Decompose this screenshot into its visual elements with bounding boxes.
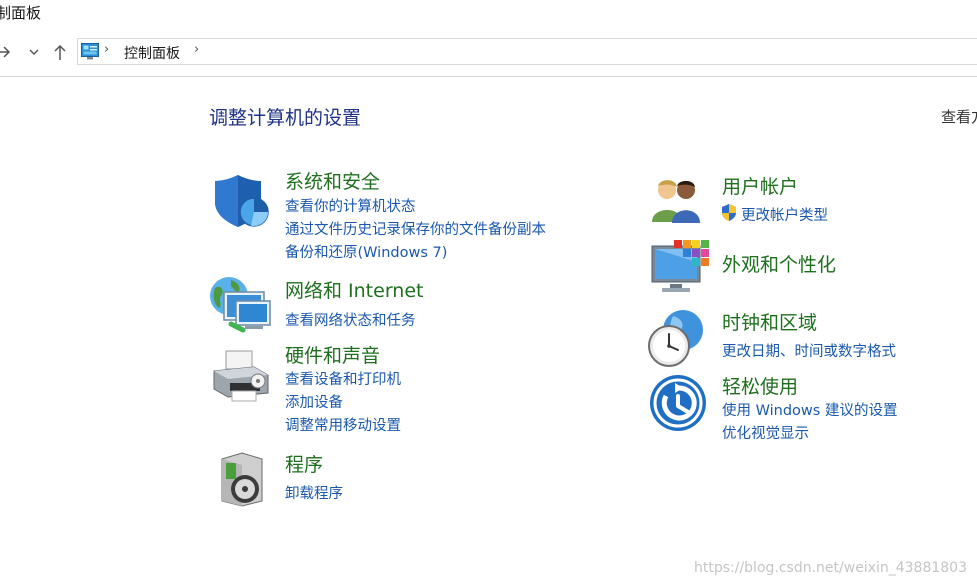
toolbar-divider [0, 76, 977, 77]
link-devices-printers[interactable]: 查看设备和打印机 [285, 368, 401, 389]
breadcrumb-control-panel[interactable]: 控制面板 [124, 43, 180, 63]
printer-icon[interactable] [210, 347, 270, 405]
breadcrumb-separator[interactable]: › [194, 42, 199, 57]
watermark: https://blog.csdn.net/weixin_43881803 [693, 560, 967, 576]
users-icon[interactable] [650, 176, 706, 224]
uac-shield-icon [722, 204, 736, 221]
forward-button[interactable] [0, 38, 12, 66]
network-globe-icon[interactable] [209, 274, 273, 334]
link-network-status-tasks[interactable]: 查看网络状态和任务 [285, 309, 416, 330]
arrow-right-icon [0, 46, 11, 58]
category-programs[interactable]: 程序 [285, 450, 323, 477]
link-uninstall-program[interactable]: 卸载程序 [285, 482, 343, 503]
link-optimize-visual-display[interactable]: 优化视觉显示 [722, 422, 809, 443]
category-system-security[interactable]: 系统和安全 [285, 167, 380, 194]
link-backup-restore[interactable]: 备份和还原(Windows 7) [285, 241, 447, 262]
category-network-internet[interactable]: 网络和 Internet [285, 276, 423, 303]
link-add-device[interactable]: 添加设备 [285, 391, 343, 412]
link-windows-suggested-settings[interactable]: 使用 Windows 建议的设置 [722, 399, 897, 420]
category-user-accounts[interactable]: 用户帐户 [722, 172, 798, 199]
view-by-label[interactable]: 查看方 [941, 106, 977, 127]
monitor-personalization-icon[interactable] [650, 238, 710, 296]
category-hardware-sound[interactable]: 硬件和声音 [285, 341, 380, 368]
category-ease-of-access[interactable]: 轻松使用 [722, 372, 798, 399]
clock-globe-icon[interactable] [647, 308, 707, 368]
arrow-up-icon [54, 44, 66, 60]
link-change-date-time-format[interactable]: 更改日期、时间或数字格式 [722, 340, 896, 361]
category-appearance-personalization[interactable]: 外观和个性化 [722, 250, 836, 277]
link-change-account-type[interactable]: 更改帐户类型 [741, 204, 828, 225]
shield-icon[interactable] [211, 172, 269, 230]
link-file-history-backup[interactable]: 通过文件历史记录保存你的文件备份副本 [285, 218, 546, 239]
category-clock-region[interactable]: 时钟和区域 [722, 308, 817, 335]
control-panel-icon [81, 43, 99, 60]
address-bar[interactable]: › 控制面板 › [77, 38, 977, 65]
link-view-computer-status[interactable]: 查看你的计算机状态 [285, 195, 416, 216]
ease-of-access-icon[interactable] [649, 374, 707, 432]
window-title: 制面板 [0, 4, 42, 22]
page-title: 调整计算机的设置 [209, 107, 362, 129]
programs-box-icon[interactable] [216, 449, 266, 507]
chevron-down-icon [29, 49, 39, 55]
up-button[interactable] [51, 38, 69, 66]
recent-locations-button[interactable] [27, 38, 41, 66]
breadcrumb-separator[interactable]: › [104, 42, 109, 57]
link-mobility-settings[interactable]: 调整常用移动设置 [285, 414, 401, 435]
